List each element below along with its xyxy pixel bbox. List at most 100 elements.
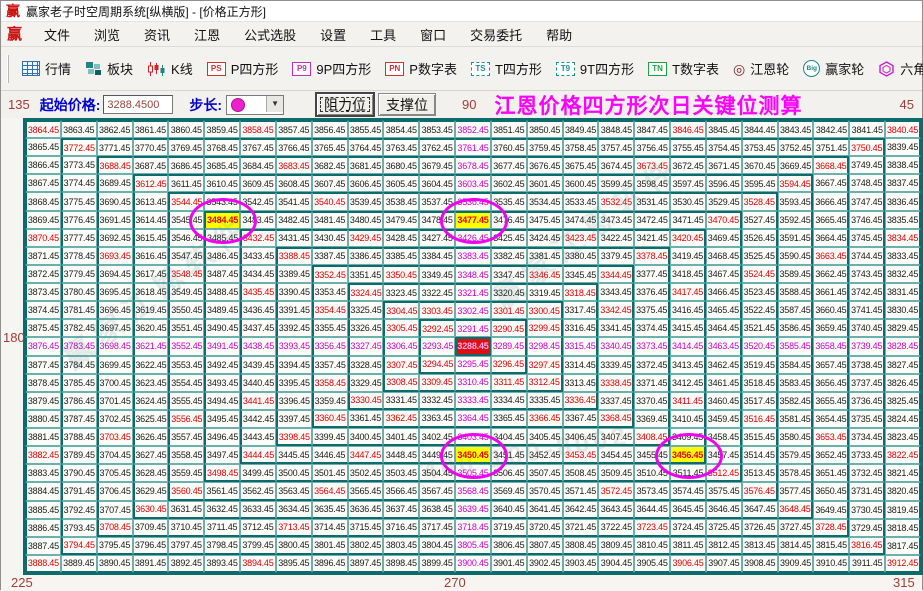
sectors-icon: [86, 62, 102, 75]
grid-cell: 3849.45: [562, 120, 599, 139]
grid-cell: 3553.45: [168, 355, 205, 374]
menu-item-8[interactable]: 交易委托: [458, 23, 534, 46]
grid-cell: 3585.45: [777, 337, 814, 356]
grid-cell: 3305.45: [383, 319, 420, 338]
menu-item-2[interactable]: 资讯: [132, 23, 182, 46]
grid-cell: 3394.45: [275, 355, 312, 374]
grid-cell: 3661.45: [813, 283, 850, 302]
start-price-input[interactable]: [103, 95, 174, 114]
grid-cell: 3889.45: [60, 554, 97, 573]
toolbar-button-gann-wheel[interactable]: ◎ 江恩轮: [726, 55, 796, 82]
grid-cell: 3514.45: [741, 446, 778, 465]
grid-cell: 3812.45: [705, 536, 742, 555]
grid-cell: 3748.45: [849, 174, 886, 193]
grid-cell: 3566.45: [383, 482, 420, 501]
toolbar-button-hexagon[interactable]: 六角形: [871, 55, 923, 82]
grid-cell: 3717.45: [419, 518, 456, 537]
step-combo[interactable]: ▼: [226, 94, 285, 115]
grid-cell: 3722.45: [598, 518, 635, 537]
grid-cell: 3582.45: [777, 391, 814, 410]
grid-cell: 3386.45: [347, 246, 384, 265]
grid-cell: 3298.45: [526, 337, 563, 356]
grid-cell: 3761.45: [455, 138, 491, 157]
support-button[interactable]: 支撑位: [378, 93, 437, 116]
grid-cell: 3682.45: [311, 156, 348, 175]
menu-item-0[interactable]: 文件: [32, 23, 82, 46]
toolbar-button-t-square[interactable]: TS T四方形: [464, 55, 549, 82]
toolbar-button-p-number-table[interactable]: PN P数字表: [378, 55, 464, 82]
grid-cell: 3833.45: [885, 246, 921, 265]
t-square-icon: TS: [470, 61, 490, 76]
grid-cell: 3789.45: [60, 446, 97, 465]
grid-cell: 3574.45: [670, 482, 706, 501]
grid-cell: 3520.45: [741, 337, 778, 356]
grid-cell: 3568.45: [455, 482, 491, 501]
grid-cell: 3729.45: [849, 518, 886, 537]
grid-cell: 3479.45: [383, 210, 420, 229]
grid-cell: 3883.45: [25, 464, 61, 483]
grid-cell: 3460.45: [705, 391, 742, 410]
grid-cell: 3678.45: [455, 156, 491, 175]
grid-cell: 3532.45: [598, 192, 635, 211]
grid-cell: 3482.45: [275, 210, 312, 229]
grid-cell: 3629.45: [132, 482, 169, 501]
window-title: 赢家老子时空周期系统[纵横版] - [价格正方形]: [26, 4, 267, 19]
winner-wheel-icon: Big: [803, 60, 821, 77]
menu-item-9[interactable]: 帮助: [534, 23, 584, 46]
grid-cell: 3617.45: [132, 264, 169, 284]
toolbar-button-p-square[interactable]: PS P四方形: [200, 55, 286, 82]
grid-cell: 3518.45: [741, 373, 778, 392]
grid-cell: 3328.45: [347, 355, 384, 374]
toolbar-button-sectors[interactable]: 板块: [78, 55, 140, 82]
grid-cell: 3769.45: [168, 138, 205, 157]
grid-cell: 3680.45: [383, 156, 420, 175]
grid-cell: 3744.45: [849, 246, 886, 265]
grid-cell: 3773.45: [60, 156, 97, 175]
grid-cell: 3320.45: [490, 283, 527, 302]
grid-cell: 3594.45: [777, 174, 814, 193]
toolbar-button-t-number-table[interactable]: TN T数字表: [641, 55, 726, 82]
menu-item-7[interactable]: 窗口: [408, 23, 458, 46]
grid-cell: 3464.45: [705, 319, 742, 338]
grid-cell: 3598.45: [634, 174, 671, 193]
toolbar-button-9p-square[interactable]: P9 9P四方形: [285, 55, 378, 82]
grid-cell: 3697.45: [96, 319, 133, 338]
grid-cell: 3755.45: [670, 138, 706, 157]
menu-item-4[interactable]: 公式选股: [232, 23, 308, 46]
angle-label-225: 225: [11, 575, 33, 590]
grid-cell: 3896.45: [311, 554, 348, 573]
grid-cell: 3306.45: [383, 337, 420, 356]
toolbar-button-winner-wheel[interactable]: Big 赢家轮: [796, 55, 871, 82]
grid-cell: 3726.45: [741, 518, 778, 537]
menu-item-3[interactable]: 江恩: [182, 23, 232, 46]
grid-cell: 3710.45: [168, 518, 205, 537]
toolbar-button-9t-square[interactable]: T9 9T四方形: [549, 55, 641, 82]
grid-cell: 3312.45: [526, 373, 563, 392]
grid-cell: 3685.45: [204, 156, 241, 175]
grid-cell: 3559.45: [168, 464, 205, 483]
resistance-button[interactable]: 阻力位: [316, 93, 375, 116]
toolbar-button-quotes[interactable]: 行情: [15, 55, 78, 82]
grid-cell: 3363.45: [419, 409, 456, 429]
grid-cell: 3807.45: [526, 536, 563, 555]
grid-cell: 3385.45: [383, 246, 420, 265]
grid-cell: 3601.45: [526, 174, 563, 193]
grid-cell: 3794.45: [60, 536, 97, 555]
grid-cell: 3414.45: [670, 337, 706, 356]
menu-item-6[interactable]: 工具: [358, 23, 408, 46]
grid-cell: 3736.45: [849, 391, 886, 410]
toolbar-grip[interactable]: [7, 54, 9, 83]
grid-cell: 3713.45: [275, 518, 312, 537]
grid-cell: 3588.45: [777, 283, 814, 302]
grid-cell: 3453.45: [562, 446, 599, 465]
step-combo-dropdown-button[interactable]: ▼: [266, 95, 284, 112]
toolbar-button-kline[interactable]: K线: [140, 55, 200, 82]
grid-cell: 3677.45: [490, 156, 527, 175]
grid-cell: 3838.45: [885, 156, 921, 175]
grid-cell: 3573.45: [634, 482, 671, 501]
grid-cell: 3295.45: [455, 355, 491, 374]
grid-cell: 3788.45: [60, 428, 97, 447]
menu-item-1[interactable]: 浏览: [82, 23, 132, 46]
menu-item-5[interactable]: 设置: [308, 23, 358, 46]
grid-cell: 3764.45: [347, 138, 384, 157]
